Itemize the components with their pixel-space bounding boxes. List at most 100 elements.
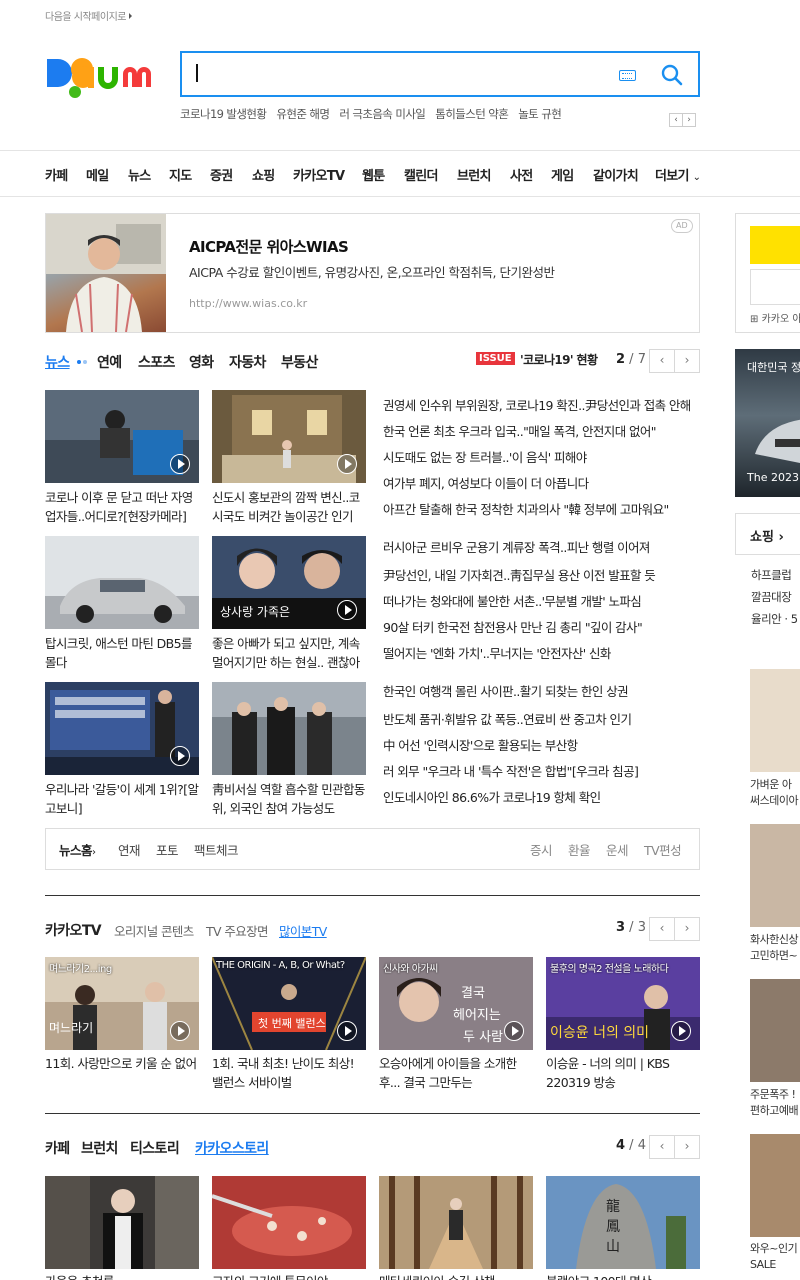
shopping-header[interactable]: 쇼핑 › xyxy=(735,513,800,555)
news-headline[interactable]: 떨어지는 '엔화 가치'..무너지는 '안전자산' 신화 xyxy=(383,643,698,662)
news-thumb-caption[interactable]: 탑시크릿, 애스턴 마틴 DB5를 몰다 xyxy=(45,634,199,672)
tab-realestate[interactable]: 부동산 xyxy=(281,352,318,372)
news-thumb-caption[interactable]: 靑비서실 역할 흡수할 민관합동위, 외국인 참여 가능성도 xyxy=(212,780,366,818)
shop-link[interactable]: 율리안 · 5 xyxy=(751,611,798,627)
news-thumb-caption[interactable]: 코로나 이후 문 닫고 떠난 자영업자들..어디로?[현장카메라] xyxy=(45,488,199,526)
tab-brunch[interactable]: 브런치 xyxy=(81,1138,118,1158)
tv-thumbnail[interactable]: 결국 헤어지는 두 사람 신사와 아가씨 xyxy=(379,957,533,1050)
tv-thumbnail[interactable]: 며느라기 며느라기2...ing xyxy=(45,957,199,1050)
cafe-prev-button[interactable]: ‹ xyxy=(649,1135,675,1159)
tv-caption[interactable]: 11회. 사랑만으로 키울 순 없어 xyxy=(45,1054,199,1092)
story-thumbnail[interactable]: 龍鳳山 xyxy=(546,1176,700,1269)
product-caption[interactable]: 와우~인기 SALE xyxy=(750,1241,798,1273)
product-image[interactable] xyxy=(750,979,800,1082)
tv-schedule-link[interactable]: TV편성 xyxy=(644,840,682,859)
tv-caption[interactable]: 이승윤 - 너의 의미 | KBS 220319 방송 xyxy=(546,1054,700,1092)
nav-game[interactable]: 게임 xyxy=(551,165,574,184)
kakaotv-title[interactable]: 카카오TV xyxy=(45,920,102,940)
nav-news[interactable]: 뉴스 xyxy=(128,165,151,184)
nav-calendar[interactable]: 캘린더 xyxy=(404,165,438,184)
news-headline[interactable]: 한국 언론 최초 우크라 입국.."매일 폭격, 안전지대 없어" xyxy=(383,421,698,440)
news-prev-button[interactable]: ‹ xyxy=(649,349,675,373)
ad-title[interactable]: AICPA전문 위아스WIAS xyxy=(189,236,349,257)
keyword-link[interactable]: 유현준 해명 xyxy=(276,107,330,121)
news-home-link[interactable]: 뉴스홈› xyxy=(59,840,96,859)
keyword-link[interactable]: 러 극초음속 미사일 xyxy=(339,107,426,121)
news-headline[interactable]: 90살 터키 한국전 참전용사 만난 김 총리 "깊이 감사" xyxy=(383,617,698,636)
tv-prev-button[interactable]: ‹ xyxy=(649,917,675,941)
nav-shopping[interactable]: 쇼핑 xyxy=(252,165,275,184)
story-caption[interactable]: 블랙야크 100대 명산 xyxy=(546,1272,700,1280)
shopping-title[interactable]: 쇼핑 › xyxy=(750,526,784,545)
tv-thumbnail[interactable]: 첫 번째 밸런스 THE ORIGIN - A, B, Or What? xyxy=(212,957,366,1050)
exchange-link[interactable]: 환율 xyxy=(568,840,591,859)
keyword-next-button[interactable]: › xyxy=(682,113,696,127)
tab-kakaostory[interactable]: 카카오스토리 xyxy=(195,1138,269,1158)
tab-most-viewed-tv[interactable]: 많이본TV xyxy=(279,921,327,940)
stock-link[interactable]: 증시 xyxy=(530,840,553,859)
ad-banner[interactable]: AICPA전문 위아스WIAS AICPA 수강료 할인이벤트, 유명강사진, … xyxy=(45,213,700,333)
news-photo-link[interactable]: 포토 xyxy=(156,840,179,859)
tab-original-content[interactable]: 오리지널 콘텐츠 xyxy=(114,921,194,940)
nav-together[interactable]: 같이가치 xyxy=(593,165,639,184)
news-headline[interactable]: 반도체 품귀·휘발유 값 폭등..연료비 싼 중고차 인기 xyxy=(383,709,698,728)
start-page-link[interactable]: 다음을 시작페이지로 xyxy=(45,8,132,23)
news-thumbnail[interactable] xyxy=(45,682,199,775)
nav-cafe[interactable]: 카페 xyxy=(45,165,68,184)
news-next-button[interactable]: › xyxy=(674,349,700,373)
tab-tistory[interactable]: 티스토리 xyxy=(130,1138,180,1158)
product-image[interactable] xyxy=(750,669,800,772)
nav-webtoon[interactable]: 웹툰 xyxy=(362,165,385,184)
shop-link[interactable]: 깔끔대장 xyxy=(751,589,792,605)
keyword-link[interactable]: 놀토 규현 xyxy=(518,107,562,121)
story-caption[interactable]: 가을옷 추천룩 xyxy=(45,1272,199,1280)
nav-map[interactable]: 지도 xyxy=(169,165,192,184)
news-thumbnail[interactable] xyxy=(45,390,199,483)
keyword-link[interactable]: 코로나19 발생현황 xyxy=(180,107,267,121)
product-image[interactable] xyxy=(750,1134,800,1237)
issue-link[interactable]: '코로나19' 현황 xyxy=(520,351,598,368)
news-headline[interactable]: 尹당선인, 내일 기자회견..靑집무실 용산 이전 발표할 듯 xyxy=(383,565,698,584)
fortune-link[interactable]: 운세 xyxy=(606,840,629,859)
news-headline[interactable]: 권영세 인수위 부위원장, 코로나19 확진..尹당선인과 접촉 안해 xyxy=(383,395,698,414)
product-caption[interactable]: 주문폭주 ! 편하고예배 xyxy=(750,1087,799,1119)
tab-entertainment[interactable]: 연예 xyxy=(97,352,122,372)
story-thumbnail[interactable] xyxy=(45,1176,199,1269)
news-headline[interactable]: 中 어선 '인력시장'으로 활용되는 부산항 xyxy=(383,735,698,754)
news-thumbnail[interactable] xyxy=(45,536,199,629)
search-box[interactable] xyxy=(180,51,700,97)
daum-logo[interactable] xyxy=(45,52,161,98)
tab-tv-highlights[interactable]: TV 주요장면 xyxy=(206,921,269,940)
search-input[interactable] xyxy=(196,64,198,82)
product-caption[interactable]: 화사한신상 고민하면~ xyxy=(750,932,799,964)
keyword-link[interactable]: 톰히들스턴 약혼 xyxy=(435,107,509,121)
story-caption[interactable]: 교자의 고기에 특무이야 xyxy=(212,1272,366,1280)
tab-cafe[interactable]: 카페 xyxy=(45,1138,70,1158)
news-thumbnail[interactable]: 상사랑 가족은 xyxy=(212,536,366,629)
nav-stock[interactable]: 증권 xyxy=(210,165,233,184)
news-headline[interactable]: 여가부 폐지, 여성보다 이들이 더 아픕니다 xyxy=(383,473,698,492)
nav-more[interactable]: 더보기 ⌄ xyxy=(655,165,701,184)
tab-news[interactable]: 뉴스 xyxy=(45,352,70,372)
nav-mail[interactable]: 메일 xyxy=(86,165,109,184)
news-thumb-caption[interactable]: 좋은 아빠가 되고 싶지만, 계속 멀어지기만 하는 현실.. 괜찮아 xyxy=(212,634,366,672)
keyboard-icon[interactable] xyxy=(619,70,636,81)
news-headline[interactable]: 시도때도 없는 장 트러블..'이 음식' 피해야 xyxy=(383,447,698,466)
news-thumb-caption[interactable]: 우리나라 '갈등'이 세계 1위?[알고보니] xyxy=(45,780,199,818)
cafe-next-button[interactable]: › xyxy=(674,1135,700,1159)
news-thumb-caption[interactable]: 신도시 홍보관의 깜짝 변신..코시국도 비켜간 놀이공간 인기 xyxy=(212,488,366,526)
keyword-prev-button[interactable]: ‹ xyxy=(669,113,683,127)
news-headline[interactable]: 한국인 여행객 몰린 사이판..활기 되찾는 한인 상권 xyxy=(383,681,698,700)
story-thumbnail[interactable] xyxy=(379,1176,533,1269)
news-headline[interactable]: 인도네시아인 86.6%가 코로나19 항체 확인 xyxy=(383,787,698,806)
tv-next-button[interactable]: › xyxy=(674,917,700,941)
login-input[interactable] xyxy=(750,269,800,305)
story-caption[interactable]: 메타세쿼이아 숲길 산책 xyxy=(379,1272,533,1280)
news-headline[interactable]: 떠나가는 청와대에 불안한 서촌..'무분별 개발' 노파심 xyxy=(383,591,698,610)
nav-kakaotv[interactable]: 카카오TV xyxy=(293,165,345,184)
search-button[interactable] xyxy=(660,63,684,87)
product-caption[interactable]: 가벼운 아 써스데이아 xyxy=(750,777,799,809)
kakao-login-link[interactable]: ⊞ 카카오 아 xyxy=(750,310,800,325)
news-factcheck-link[interactable]: 팩트체크 xyxy=(194,840,239,859)
news-series-link[interactable]: 연재 xyxy=(118,840,141,859)
